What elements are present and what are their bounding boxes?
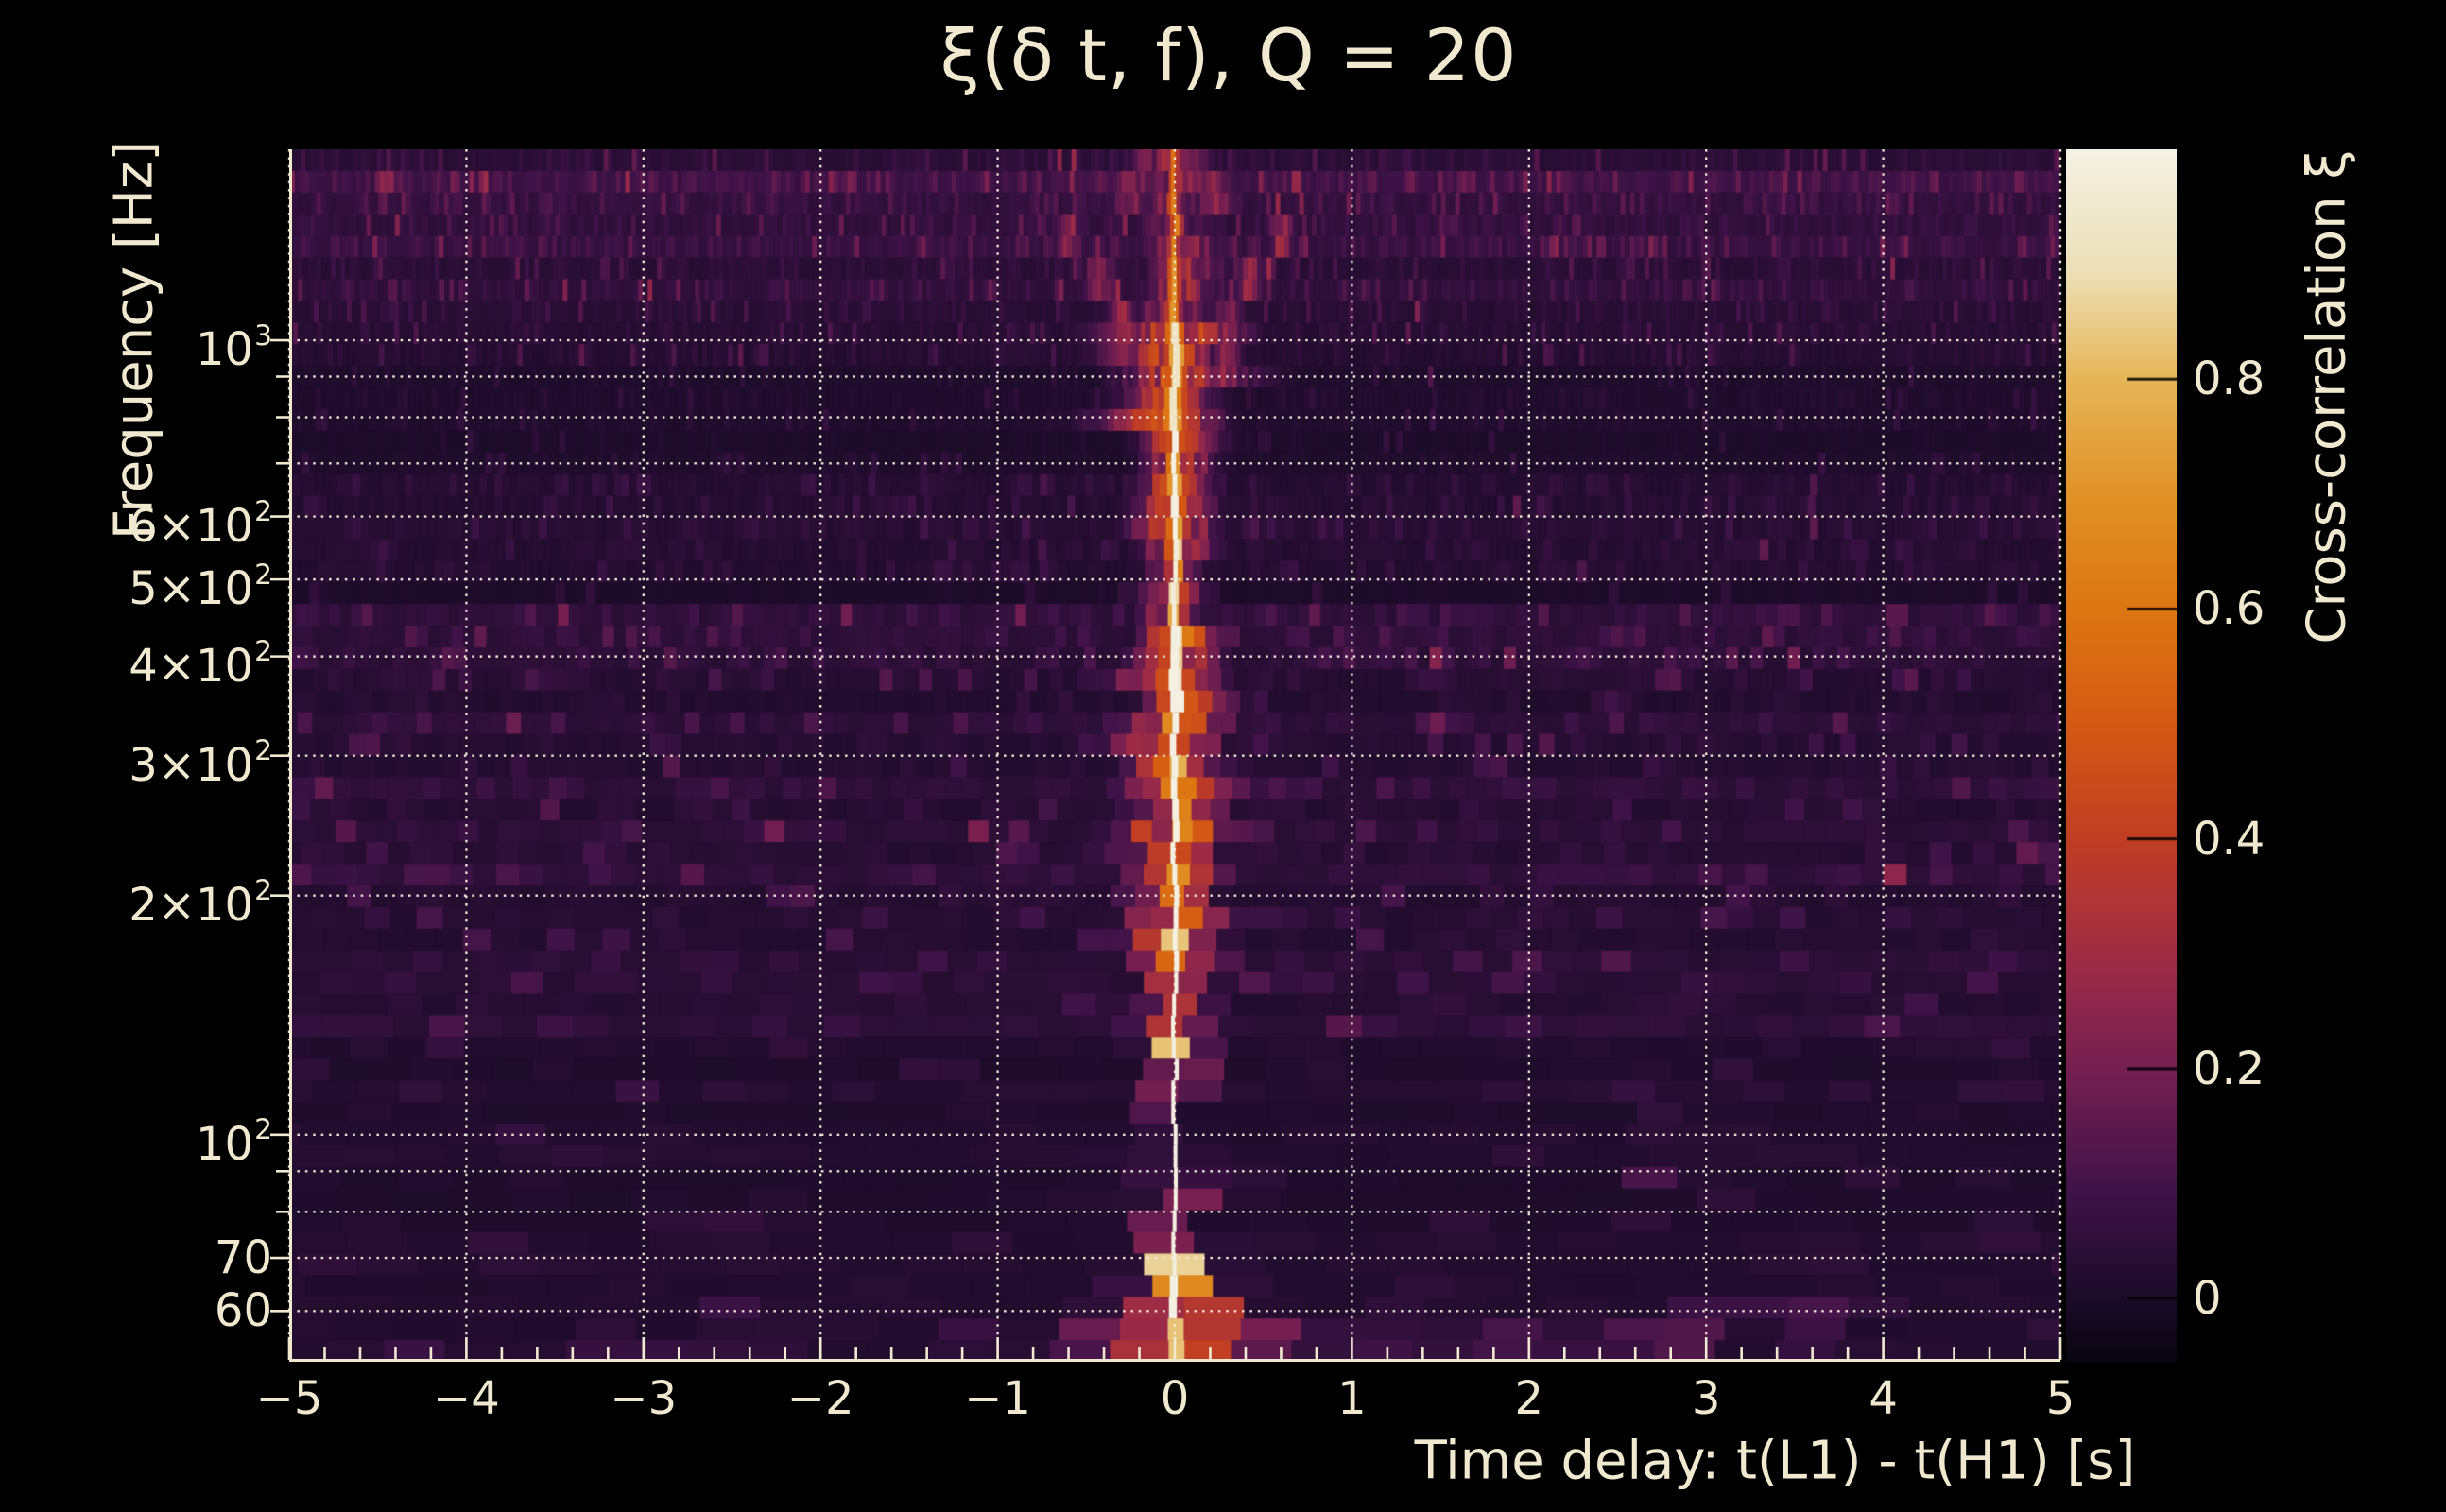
y-tick-label: 5×102: [129, 558, 272, 616]
y-tick-label: 4×102: [129, 635, 272, 693]
x-tick-label: −1: [964, 1372, 1031, 1425]
x-tick-label: −4: [433, 1372, 500, 1425]
plot-area: [270, 149, 2062, 1362]
y-tick-label: 102: [195, 1113, 272, 1171]
colorbar-tick-label: 0: [2193, 1272, 2222, 1326]
colorbar-label: Cross-correlation ξ: [2296, 149, 2358, 644]
plot-title: ξ(δ t, f), Q = 20: [939, 13, 1518, 97]
y-tick-label: 60: [214, 1284, 272, 1338]
y-tick-label: 3×102: [129, 734, 272, 792]
x-axis-label: Time delay: t(L1) - t(H1) [s]: [1414, 1430, 2136, 1492]
x-tick-label: −5: [255, 1372, 323, 1425]
x-tick-label: 0: [1160, 1372, 1190, 1425]
x-tick-label: 3: [1691, 1372, 1721, 1425]
y-tick-label: 2×102: [129, 874, 272, 932]
colorbar-tick-label: 0.6: [2193, 582, 2265, 636]
colorbar-tick-label: 0.2: [2193, 1041, 2265, 1095]
y-tick-label: 70: [214, 1231, 272, 1285]
colorbar-tick-label: 0.8: [2193, 352, 2265, 406]
x-tick-label: −3: [610, 1372, 678, 1425]
x-tick-label: 4: [1869, 1372, 1898, 1425]
x-tick-label: −2: [786, 1372, 854, 1425]
colorbar-canvas: [2066, 149, 2177, 1362]
x-tick-label: 5: [2045, 1372, 2076, 1425]
colorbar: [2066, 149, 2177, 1362]
y-tick-label: 6×102: [129, 495, 272, 553]
grid-overlay: [270, 149, 2062, 1362]
y-tick-label: 103: [195, 318, 272, 377]
colorbar-tick-label: 0.4: [2193, 812, 2265, 866]
figure: ξ(δ t, f), Q = 20 Frequency [Hz] 103 6×10…: [0, 0, 2446, 1512]
x-tick-label: 2: [1514, 1372, 1544, 1425]
x-tick-label: 1: [1337, 1372, 1367, 1425]
